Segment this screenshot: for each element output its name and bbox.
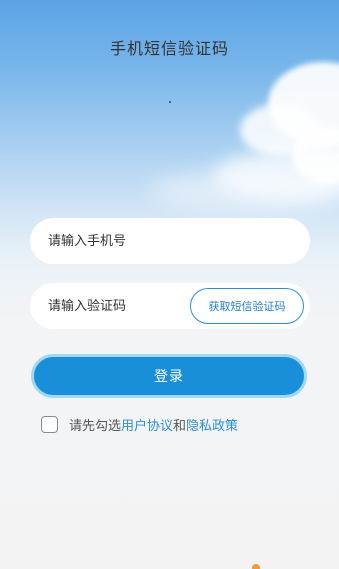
verification-code-input[interactable] xyxy=(48,283,188,329)
agreement-conjunction: 和 xyxy=(173,418,187,434)
corner-indicator xyxy=(252,564,260,569)
phone-input[interactable] xyxy=(48,218,298,264)
code-field: 获取短信验证码 xyxy=(30,283,310,329)
privacy-policy-link[interactable]: 隐私政策 xyxy=(186,415,238,434)
decorative-dot xyxy=(169,101,171,103)
user-agreement-link[interactable]: 用户协议 xyxy=(121,415,173,434)
agreement-prefix: 请先勾选 xyxy=(69,418,122,434)
login-screen: 手机短信验证码 获取短信验证码 登录 请先勾选 用户协议 和 隐私政策 xyxy=(0,0,339,569)
agreement-checkbox[interactable] xyxy=(41,415,58,433)
page-title: 手机短信验证码 xyxy=(109,39,229,58)
cloud-decoration xyxy=(150,170,339,210)
agreement-row: 请先勾选 用户协议 和 隐私政策 xyxy=(41,414,238,434)
phone-field xyxy=(30,218,310,264)
login-button[interactable]: 登录 xyxy=(34,357,304,395)
get-sms-code-button[interactable]: 获取短信验证码 xyxy=(190,288,304,324)
